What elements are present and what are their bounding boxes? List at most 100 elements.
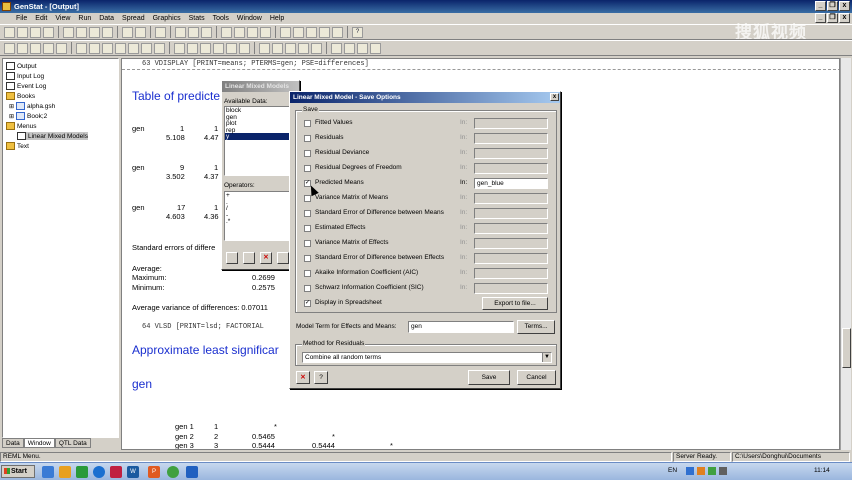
tray-language[interactable]: EN xyxy=(668,467,677,474)
toolbar2-btn-11-icon[interactable] xyxy=(141,42,152,54)
toolbar2-btn-8-icon[interactable] xyxy=(102,42,113,54)
residual-df-checkbox[interactable] xyxy=(304,165,311,172)
menu-window[interactable]: Window xyxy=(233,15,266,22)
find-next-icon[interactable] xyxy=(188,26,199,38)
menu-run[interactable]: Run xyxy=(74,15,95,22)
toolbar2-btn-20-icon[interactable] xyxy=(272,42,283,54)
tab-data[interactable]: Data xyxy=(2,438,24,448)
close-button[interactable]: x xyxy=(839,1,850,11)
list-item[interactable]: .* xyxy=(225,218,297,226)
toolbar2-btn-5-icon[interactable] xyxy=(56,42,67,54)
graph-icon[interactable] xyxy=(319,26,330,38)
menu-edit[interactable]: Edit xyxy=(31,15,51,22)
taskbar-explorer-icon[interactable] xyxy=(42,466,54,478)
align-center-icon[interactable] xyxy=(187,42,198,54)
mdi-close-button[interactable]: x xyxy=(839,13,850,23)
menu-help[interactable]: Help xyxy=(266,15,288,22)
replace-icon[interactable] xyxy=(201,26,212,38)
export-to-file-button[interactable]: Export to file... xyxy=(482,297,548,310)
lmm-clear-icon[interactable]: ✕ xyxy=(260,252,272,264)
toolbar2-btn-9-icon[interactable] xyxy=(115,42,126,54)
option-sic[interactable]: Schwarz Information Coefficient (SIC) In… xyxy=(304,283,554,295)
residuals-checkbox[interactable] xyxy=(304,135,311,142)
taskbar-folder-icon[interactable] xyxy=(59,466,71,478)
list-item[interactable]: block xyxy=(225,107,297,114)
tray-network-icon[interactable] xyxy=(686,467,694,475)
list-item[interactable]: y xyxy=(225,133,297,140)
output-scrollbar[interactable] xyxy=(840,58,851,450)
tray-flag-icon[interactable] xyxy=(697,467,705,475)
undo-icon[interactable] xyxy=(122,26,133,38)
taskbar-chrome-icon[interactable] xyxy=(167,466,179,478)
menu-data[interactable]: Data xyxy=(95,15,118,22)
dialog-close-icon[interactable]: x xyxy=(550,93,559,101)
tree-item-linear-mixed-models[interactable]: Linear Mixed Models xyxy=(17,132,88,140)
open-icon[interactable] xyxy=(17,26,28,38)
sed-means-checkbox[interactable] xyxy=(304,210,311,217)
cancel-button[interactable]: Cancel xyxy=(517,370,556,385)
option-residual-deviance[interactable]: Residual Deviance In: xyxy=(304,148,554,160)
aic-field[interactable] xyxy=(474,268,548,279)
toolbar2-btn-25-icon[interactable] xyxy=(344,42,355,54)
new-icon[interactable] xyxy=(4,26,15,38)
taskbar-ie-icon[interactable] xyxy=(93,466,105,478)
toolbar2-btn-2-icon[interactable] xyxy=(17,42,28,54)
expand-icon[interactable]: ⊞ xyxy=(9,113,14,120)
aic-checkbox[interactable] xyxy=(304,270,311,277)
sic-field[interactable] xyxy=(474,283,548,294)
menu-view[interactable]: View xyxy=(51,15,74,22)
tree-item-book2[interactable]: ⊞ Book;2 xyxy=(9,112,47,120)
toolbar2-btn-7-icon[interactable] xyxy=(89,42,100,54)
indent-icon[interactable] xyxy=(226,42,237,54)
chevron-down-icon[interactable]: ▼ xyxy=(542,353,551,362)
option-estimated-effects[interactable]: Estimated Effects In: xyxy=(304,223,554,235)
tree-item-input-log[interactable]: Input Log xyxy=(6,72,44,80)
taskbar-word-icon[interactable]: W xyxy=(127,466,139,478)
toolbar2-btn-6-icon[interactable] xyxy=(76,42,87,54)
tree-item-output[interactable]: Output xyxy=(6,62,37,70)
copy-icon[interactable] xyxy=(76,26,87,38)
tree-item-event-log[interactable]: Event Log xyxy=(6,82,46,90)
variance-matrix-effects-field[interactable] xyxy=(474,238,548,249)
option-predicted-means[interactable]: ✓ Predicted Means In: gen_blue xyxy=(304,178,554,190)
fitted-values-checkbox[interactable] xyxy=(304,120,311,127)
toolbar2-btn-22-icon[interactable] xyxy=(298,42,309,54)
list-item[interactable]: / xyxy=(225,205,297,212)
taskbar-app-icon[interactable] xyxy=(110,466,122,478)
residuals-field[interactable] xyxy=(474,133,548,144)
align-right-icon[interactable] xyxy=(200,42,211,54)
variance-matrix-means-checkbox[interactable] xyxy=(304,195,311,202)
tab-window[interactable]: Window xyxy=(23,438,55,448)
tray-security-icon[interactable] xyxy=(708,467,716,475)
taskbar-excel-icon[interactable] xyxy=(76,466,88,478)
tab-qtl-data[interactable]: QTL Data xyxy=(54,438,91,448)
list-item[interactable]: . xyxy=(225,199,297,206)
option-variance-matrix-effects[interactable]: Variance Matrix of Effects In: xyxy=(304,238,554,250)
print-icon[interactable] xyxy=(43,26,54,38)
delete-icon[interactable] xyxy=(155,26,166,38)
menu-stats[interactable]: Stats xyxy=(185,15,209,22)
terms-button[interactable]: Terms... xyxy=(517,320,555,334)
toolbar2-btn-19-icon[interactable] xyxy=(259,42,270,54)
option-variance-matrix-means[interactable]: Variance Matrix of Means In: xyxy=(304,193,554,205)
redo-icon[interactable] xyxy=(135,26,146,38)
list-item[interactable]: rep xyxy=(225,127,297,134)
start-button[interactable]: Start xyxy=(1,465,35,478)
menu-graphics[interactable]: Graphics xyxy=(149,15,185,22)
operators-list[interactable]: + . / - .* xyxy=(224,191,298,241)
option-aic[interactable]: Akaike Information Coefficient (AIC) In: xyxy=(304,268,554,280)
variance-matrix-effects-checkbox[interactable] xyxy=(304,240,311,247)
cut-icon[interactable] xyxy=(63,26,74,38)
paste-icon[interactable] xyxy=(89,26,100,38)
mdi-minimize-button[interactable]: _ xyxy=(815,13,826,23)
toolbar2-btn-12-icon[interactable] xyxy=(154,42,165,54)
help-icon[interactable]: ? xyxy=(352,26,363,38)
tree-item-menus[interactable]: Menus xyxy=(6,122,37,130)
residual-deviance-checkbox[interactable] xyxy=(304,150,311,157)
find-icon[interactable] xyxy=(175,26,186,38)
lmm-action-1-icon[interactable] xyxy=(226,252,238,264)
print-preview-icon[interactable] xyxy=(260,26,271,38)
option-residual-df[interactable]: Residual Degrees of Freedom In: xyxy=(304,163,554,175)
tree-item-books[interactable]: Books xyxy=(6,92,35,100)
menu-tools[interactable]: Tools xyxy=(209,15,233,22)
